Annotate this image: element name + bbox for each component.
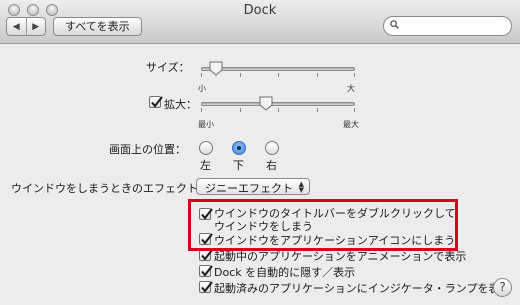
popup-arrows-icon: ▲ ▼ (298, 180, 304, 194)
back-arrow-icon: ◀ (12, 21, 20, 32)
size-slider[interactable] (201, 61, 355, 77)
position-bottom-label: 下 (233, 159, 244, 172)
size-slider-ticks (201, 73, 355, 77)
size-label: サイズ： (146, 61, 190, 74)
position-left-label: 左 (200, 159, 211, 172)
position-label: 画面上の位置： (109, 143, 186, 156)
minimize-effect-value: ジニーエフェクト (205, 182, 293, 195)
size-min-label: 小 (198, 84, 206, 93)
position-bottom-radio[interactable] (232, 141, 246, 155)
highlight-box (188, 199, 458, 251)
show-all-button[interactable]: すべてを表示 (53, 17, 142, 36)
forward-arrow-icon: ▶ (32, 21, 40, 32)
minimize-effect-popup[interactable]: ジニーエフェクト ▲ ▼ (196, 178, 310, 195)
search-input[interactable] (402, 18, 506, 33)
magnification-max-label: 最大 (343, 120, 359, 129)
search-field[interactable] (383, 16, 512, 36)
show-indicators-label: 起動済みのアプリケーションにインジケータ・ランプを表示 (214, 282, 511, 295)
magnification-slider-thumb[interactable] (259, 96, 273, 111)
preferences-window: Dock ◀ ▶ すべてを表示 サイズ： 小 大 拡大： 最小 最大 画面上の位… (0, 0, 520, 305)
forward-button[interactable]: ▶ (25, 18, 46, 35)
title-bar: Dock ◀ ▶ すべてを表示 (0, 0, 520, 44)
magnification-slider-track (201, 102, 355, 106)
checkmark-icon (151, 96, 163, 108)
position-right-label: 右 (266, 159, 277, 172)
magnification-min-label: 最小 (198, 120, 214, 129)
magnification-label: 拡大： (164, 98, 197, 111)
back-forward-control: ◀ ▶ (6, 17, 46, 36)
magnification-slider[interactable] (201, 96, 355, 112)
search-icon (390, 20, 399, 29)
magnification-slider-ticks (201, 108, 355, 112)
size-slider-track (201, 67, 355, 71)
checkmark-icon (201, 265, 213, 277)
help-button[interactable]: ? (493, 278, 512, 297)
autohide-dock-checkbox[interactable] (199, 265, 213, 277)
size-max-label: 大 (347, 84, 355, 93)
size-slider-thumb[interactable] (209, 61, 223, 76)
autohide-dock-label: Dock を自動的に隠す／表示 (214, 266, 356, 279)
show-indicators-checkbox[interactable] (199, 281, 213, 293)
minimize-effect-label: ウインドウをしまうときのエフェクト： (11, 182, 209, 195)
position-right-radio[interactable] (265, 141, 279, 155)
checkmark-icon (201, 281, 213, 293)
back-button[interactable]: ◀ (7, 18, 26, 35)
position-left-radio[interactable] (199, 141, 213, 155)
magnification-checkbox[interactable] (149, 96, 163, 108)
